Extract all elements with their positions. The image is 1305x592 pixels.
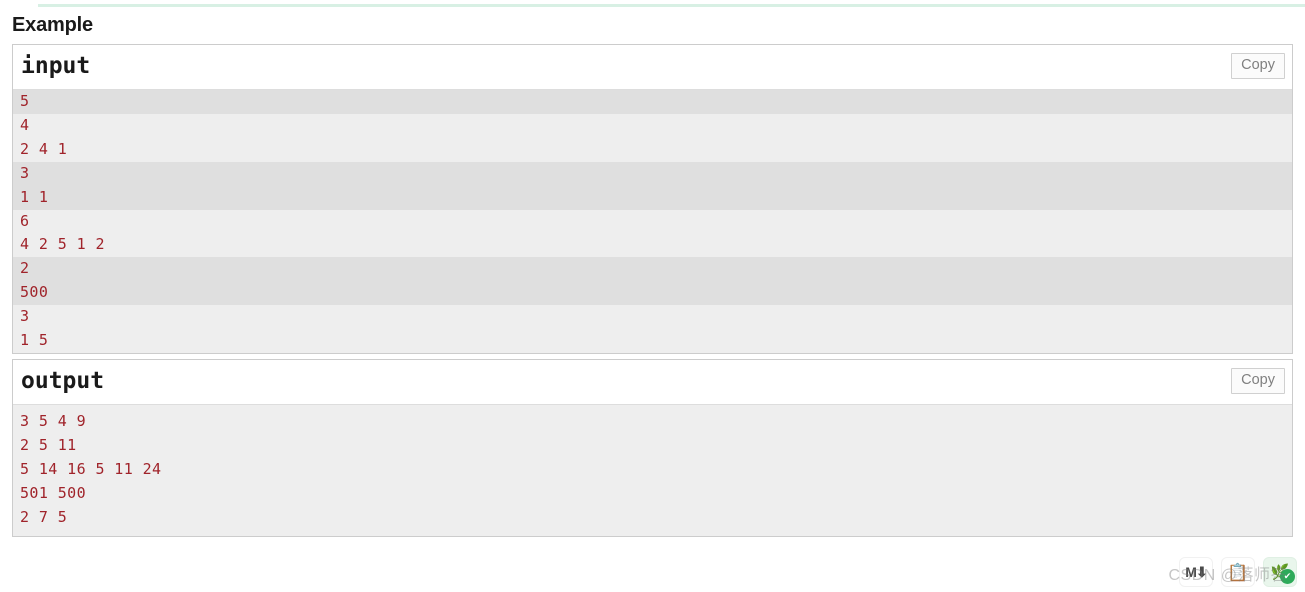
clipboard-button[interactable]: 📋 [1221,557,1255,587]
input-code-line: 4 2 5 1 2 [13,233,1292,258]
clipboard-icon: 📋 [1227,562,1249,582]
output-code-line: 2 7 5 [13,505,1292,530]
output-panel-title: output [21,368,105,394]
collect-button[interactable]: 🌿 ✔ [1263,557,1297,587]
output-panel: output Copy 3 5 4 92 5 11 5 14 16 5 11 24… [12,359,1293,537]
input-code-block: 542 4 131 164 2 5 1 2 2 500 3 1 5 [13,90,1292,353]
input-code-line: 3 [13,161,1292,186]
input-code-line: 1 5 [13,329,1292,353]
check-badge-icon: ✔ [1280,569,1295,584]
input-panel-header: input Copy [13,45,1292,90]
bottom-toolbar: M⬇ 📋 🌿 ✔ [1179,555,1297,589]
output-panel-header: output Copy [13,360,1292,405]
input-code-line: 500 [13,281,1292,306]
copy-output-button[interactable]: Copy [1231,368,1285,394]
markdown-icon: M⬇ [1185,563,1208,581]
markdown-letter: M [1185,563,1197,580]
top-accent-rule [0,4,1305,7]
output-code-line: 501 500 [13,481,1292,506]
top-accent-rule-gap [0,4,38,7]
copy-input-button[interactable]: Copy [1231,53,1285,79]
input-panel-title: input [21,53,91,79]
example-page: Example input Copy 542 4 131 164 2 5 1 2… [0,0,1305,592]
output-code-line: 2 5 11 [13,433,1292,458]
output-code-line: 3 5 4 9 [13,410,1292,434]
input-code-line: 4 [13,113,1292,138]
input-code-line: 1 1 [13,185,1292,210]
markdown-arrow-icon: ⬇ [1195,563,1208,580]
output-code-block: 3 5 4 92 5 11 5 14 16 5 11 24 501 500 2 7 5 [13,405,1292,536]
input-panel: input Copy 542 4 131 164 2 5 1 2 2 500 3 1 5 [12,44,1293,354]
input-code-line: 6 [13,209,1292,234]
input-code-line: 5 [13,90,1292,114]
page-title: Example [12,14,93,36]
input-code-line: 2 4 1 [13,137,1292,162]
input-code-line: 2 [13,257,1292,282]
markdown-button[interactable]: M⬇ [1179,557,1213,587]
output-code-line: 5 14 16 5 11 24 [13,457,1292,482]
input-code-line: 3 [13,305,1292,330]
